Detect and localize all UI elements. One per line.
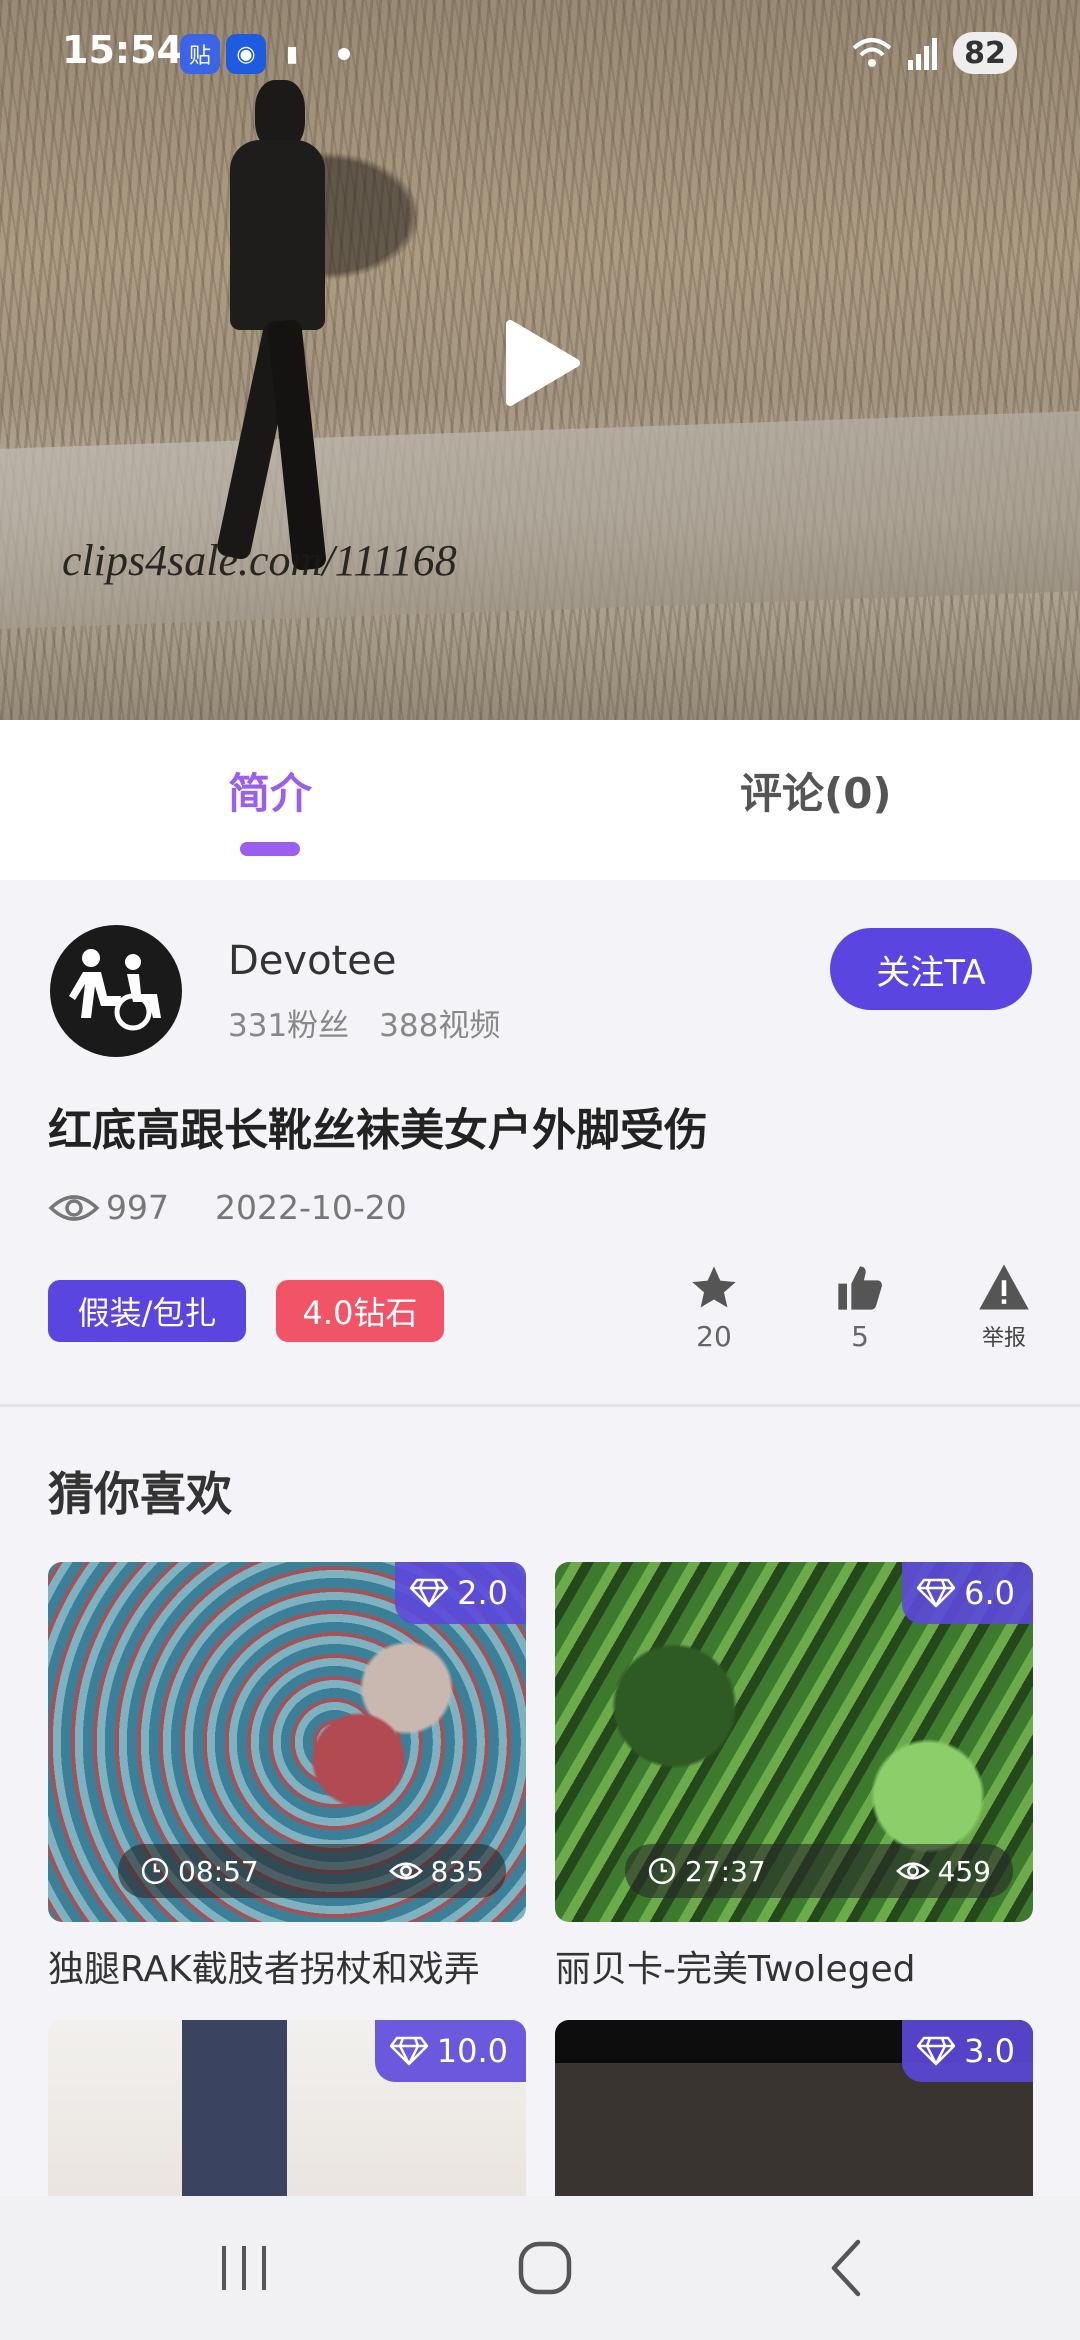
author-videos-count: 388视频 xyxy=(379,1008,501,1044)
eye-icon xyxy=(388,1862,423,1880)
system-nav-bar xyxy=(0,2196,1080,2340)
price-badge: 10.0 xyxy=(374,2020,526,2082)
recommendations-title: 猜你喜欢 xyxy=(48,1467,232,1521)
diamond-icon xyxy=(916,1578,956,1608)
price-badge: 6.0 xyxy=(902,1562,1033,1624)
video-views: 459 xyxy=(937,1854,991,1888)
play-icon[interactable] xyxy=(502,318,582,408)
recommendation-card[interactable]: 2.0 08:57 835 独腿RAK截肢者拐杖和戏弄 xyxy=(48,1562,526,1992)
eye-icon xyxy=(48,1194,100,1221)
eye-icon xyxy=(895,1862,930,1880)
warning-icon xyxy=(979,1264,1029,1310)
star-icon xyxy=(692,1266,736,1308)
video-frame-person xyxy=(210,80,330,600)
video-views: 835 xyxy=(430,1854,484,1888)
wheelchair-icon xyxy=(69,949,161,1031)
clock-icon xyxy=(141,1857,169,1885)
tab-active-indicator xyxy=(240,842,300,856)
view-count: 997 xyxy=(106,1188,169,1227)
publish-date: 2022-10-20 xyxy=(215,1188,407,1227)
category-tag[interactable]: 假装/包扎 xyxy=(48,1280,246,1342)
author-name[interactable]: Devotee xyxy=(228,938,396,984)
notification-app-icon: ◉ xyxy=(226,34,266,74)
price-tag[interactable]: 4.0钻石 xyxy=(276,1280,444,1342)
diamond-icon xyxy=(916,2036,956,2066)
tab-bar: 简介 评论(0) xyxy=(0,720,1080,880)
video-thumbnail: 2.0 08:57 835 xyxy=(48,1562,526,1922)
video-duration: 27:37 xyxy=(685,1854,766,1888)
video-player[interactable]: clips4sale.com/111168 xyxy=(0,0,1080,720)
tab-intro[interactable]: 简介 xyxy=(228,760,312,821)
clock-icon xyxy=(648,1857,676,1885)
video-frame-path xyxy=(0,411,1080,629)
report-label: 举报 xyxy=(981,1326,1026,1351)
like-count: 5 xyxy=(851,1320,869,1353)
notification-dot xyxy=(338,48,350,60)
price-value: 2.0 xyxy=(457,1574,508,1612)
notification-app-icon: 贴 xyxy=(180,34,220,74)
like-button[interactable]: 5 xyxy=(810,1262,910,1353)
video-caption: 独腿RAK截肢者拐杖和戏弄 xyxy=(48,1949,480,1990)
price-value: 10.0 xyxy=(436,2032,508,2070)
battery-indicator: 82 xyxy=(953,32,1017,74)
tab-comments[interactable]: 评论(0) xyxy=(740,760,892,821)
favorite-button[interactable]: 20 xyxy=(664,1262,764,1353)
video-stats: 27:37 459 xyxy=(625,1844,1013,1898)
author-stats: 331粉丝 388视频 xyxy=(228,1000,500,1045)
diamond-icon xyxy=(409,1578,449,1608)
thumbs-up-icon xyxy=(838,1266,882,1310)
price-badge: 2.0 xyxy=(395,1562,526,1624)
signal-icon xyxy=(852,38,937,70)
author-avatar[interactable] xyxy=(50,925,182,1057)
report-button[interactable]: 举报 xyxy=(954,1262,1054,1352)
price-value: 6.0 xyxy=(964,1574,1015,1612)
favorite-count: 20 xyxy=(696,1320,732,1353)
home-icon[interactable] xyxy=(505,2236,585,2300)
section-divider xyxy=(0,1404,1080,1407)
price-value: 3.0 xyxy=(964,2032,1015,2070)
video-stats: 08:57 835 xyxy=(118,1844,506,1898)
notification-app-icon: ▮ xyxy=(285,41,299,67)
diamond-icon xyxy=(389,2036,428,2066)
back-icon[interactable] xyxy=(808,2236,888,2300)
video-title: 红底高跟长靴丝袜美女户外脚受伤 xyxy=(48,1105,708,1156)
video-thumbnail: 6.0 27:37 459 xyxy=(555,1562,1033,1922)
status-bar: 15:54 贴 ◉ ▮ 82 xyxy=(0,0,1080,105)
video-meta: 997 2022-10-20 xyxy=(48,1188,407,1227)
follow-button[interactable]: 关注TA xyxy=(830,928,1032,1010)
recent-apps-icon[interactable] xyxy=(204,2236,284,2300)
video-duration: 08:57 xyxy=(178,1854,259,1888)
price-badge: 3.0 xyxy=(902,2020,1033,2082)
recommendation-card[interactable]: 6.0 27:37 459 丽贝卡-完美Twoleged xyxy=(555,1562,1033,1992)
author-fans-count: 331粉丝 xyxy=(228,1008,350,1044)
video-caption: 丽贝卡-完美Twoleged xyxy=(555,1949,916,1990)
status-time: 15:54 xyxy=(62,28,183,72)
video-watermark: clips4sale.com/111168 xyxy=(62,536,457,585)
